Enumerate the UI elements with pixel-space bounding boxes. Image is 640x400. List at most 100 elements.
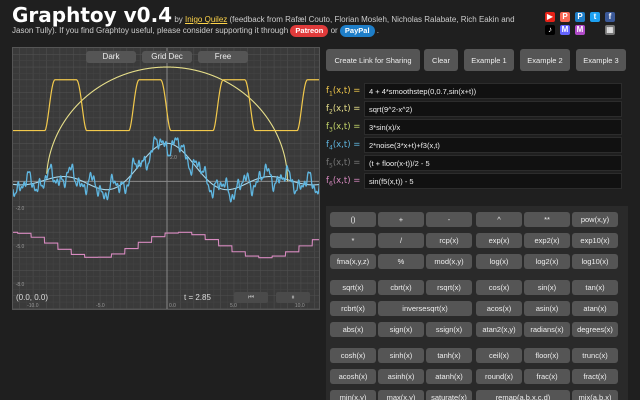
free-button[interactable]: Free	[198, 51, 248, 63]
key-exp2-x[interactable]: exp2(x)	[524, 233, 570, 248]
key-op-0-2[interactable]: -	[426, 212, 472, 227]
formula-label[interactable]: f1(x,t) =	[326, 86, 360, 98]
key-mod-x-y[interactable]: mod(x,y)	[426, 254, 472, 269]
key-log2-x[interactable]: log2(x)	[524, 254, 570, 269]
key-sinh-x[interactable]: sinh(x)	[378, 348, 424, 363]
key-round-x[interactable]: round(x)	[476, 369, 522, 384]
key-trunc-x[interactable]: trunc(x)	[572, 348, 618, 363]
patreon-icon[interactable]: P	[560, 12, 570, 22]
key-sqrt-x[interactable]: sqrt(x)	[330, 280, 376, 295]
youtube-icon[interactable]: ▶	[545, 12, 555, 22]
formula-input[interactable]: (t + floor(x-t))/2 - 5	[364, 155, 622, 171]
key-tan-x[interactable]: tan(x)	[572, 280, 618, 295]
plot-options: Dark Grid Dec Free	[13, 51, 319, 63]
key-exp-x[interactable]: exp(x)	[476, 233, 522, 248]
graph-canvas[interactable]: 2.0-2.0-5.0-8.0-10.0 -5.0 0.0 5.0 10.0	[13, 48, 320, 310]
create-link-button[interactable]: Create Link for Sharing	[326, 49, 420, 71]
formula-args: (x,t) =	[332, 86, 361, 96]
example1-button[interactable]: Example 1	[464, 49, 514, 71]
formula-label[interactable]: f3(x,t) =	[326, 122, 360, 134]
tiktok-icon[interactable]: ♪	[545, 25, 555, 35]
key-fract-x[interactable]: fract(x)	[572, 369, 618, 384]
formula-row-2: f2(x,t) = sqrt(9^2-x^2)	[326, 101, 628, 117]
grid-dec-button[interactable]: Grid Dec	[142, 51, 192, 63]
formula-label[interactable]: f6(x,t) =	[326, 176, 360, 188]
key-op-1-1[interactable]: /	[378, 233, 424, 248]
key-rsqrt-x[interactable]: rsqrt(x)	[426, 280, 472, 295]
key-op-0-4[interactable]: **	[524, 212, 570, 227]
formula-input[interactable]: 4 + 4*smoothstep(0,0.7,sin(x+t))	[364, 83, 622, 99]
key-remap-a-b-x-c-d[interactable]: remap(a,b,x,c,d)	[476, 390, 570, 400]
clear-button[interactable]: Clear	[424, 49, 458, 71]
key-inversesqrt-x[interactable]: inversesqrt(x)	[378, 301, 472, 316]
header: Graphtoy v0.4 by Inigo Quilez (feedback …	[12, 5, 532, 37]
key-asinh-x[interactable]: asinh(x)	[378, 369, 424, 384]
key-acos-x[interactable]: acos(x)	[476, 301, 522, 316]
axis-tick-label: -2.0	[16, 206, 25, 212]
medium-icon[interactable]: M	[575, 25, 585, 35]
key-op-1-0[interactable]: *	[330, 233, 376, 248]
key-tanh-x[interactable]: tanh(x)	[426, 348, 472, 363]
key-op-0-1[interactable]: +	[378, 212, 424, 227]
status-bar: (0.0, 0.0) t = 2.85 ⏮ ⏸	[16, 292, 316, 305]
formula-args: (x,t) =	[332, 176, 361, 186]
dark-button[interactable]: Dark	[86, 51, 136, 63]
twitter-icon[interactable]: t	[590, 12, 600, 22]
formula-args: (x,t) =	[332, 122, 361, 132]
key-op-0-3[interactable]: ^	[476, 212, 522, 227]
formula-input[interactable]: sqrt(9^2-x^2)	[364, 101, 622, 117]
key-atanh-x[interactable]: atanh(x)	[426, 369, 472, 384]
key-asin-x[interactable]: asin(x)	[524, 301, 570, 316]
key-log-x[interactable]: log(x)	[476, 254, 522, 269]
formula-input[interactable]: sin(f5(x,t)) - 5	[364, 173, 622, 189]
key-mix-a-b-x[interactable]: mix(a,b,x)	[572, 390, 618, 400]
key-abs-x[interactable]: abs(x)	[330, 322, 376, 337]
key-atan-x[interactable]: atan(x)	[572, 301, 618, 316]
formula-label[interactable]: f2(x,t) =	[326, 104, 360, 116]
key-rcbrt-x[interactable]: rcbrt(x)	[330, 301, 376, 316]
paypal-button[interactable]: PayPal	[339, 25, 375, 37]
formula-label[interactable]: f4(x,t) =	[326, 140, 360, 152]
key-exp10-x[interactable]: exp10(x)	[572, 233, 618, 248]
formula-row-6: f6(x,t) = sin(f5(x,t)) - 5	[326, 173, 628, 189]
key-ssign-x[interactable]: ssign(x)	[426, 322, 472, 337]
key-op-0-0[interactable]: ()	[330, 212, 376, 227]
key-radians-x[interactable]: radians(x)	[524, 322, 570, 337]
key-acosh-x[interactable]: acosh(x)	[330, 369, 376, 384]
key-log10-x[interactable]: log10(x)	[572, 254, 618, 269]
key-pow-x-y[interactable]: pow(x,y)	[572, 212, 618, 227]
author-link[interactable]: Inigo Quilez	[185, 15, 227, 24]
image-icon[interactable]: ▦	[605, 25, 615, 35]
key-sign-x[interactable]: sign(x)	[378, 322, 424, 337]
rewind-icon[interactable]: ⏮	[234, 292, 268, 303]
facebook-icon[interactable]: f	[605, 12, 615, 22]
key-cbrt-x[interactable]: cbrt(x)	[378, 280, 424, 295]
key-saturate-x[interactable]: saturate(x)	[426, 390, 472, 400]
key-min-x-y[interactable]: min(x,y)	[330, 390, 376, 400]
key-cos-x[interactable]: cos(x)	[476, 280, 522, 295]
formula-input[interactable]: 3*sin(x)/x	[364, 119, 622, 135]
key-rcp-x[interactable]: rcp(x)	[426, 233, 472, 248]
key-op-2-1[interactable]: %	[378, 254, 424, 269]
key-atan2-x-y[interactable]: atan2(x,y)	[476, 322, 522, 337]
key-cosh-x[interactable]: cosh(x)	[330, 348, 376, 363]
key-fma-x-y-z[interactable]: fma(x,y,z)	[330, 254, 376, 269]
key-max-x-y[interactable]: max(x,y)	[378, 390, 424, 400]
pause-icon[interactable]: ⏸	[276, 292, 310, 303]
formula-label[interactable]: f5(x,t) =	[326, 158, 360, 170]
mastodon-icon[interactable]: M	[560, 25, 570, 35]
example2-button[interactable]: Example 2	[520, 49, 570, 71]
example3-button[interactable]: Example 3	[576, 49, 626, 71]
key-floor-x[interactable]: floor(x)	[524, 348, 570, 363]
key-frac-x[interactable]: frac(x)	[524, 369, 570, 384]
formula-input[interactable]: 2*noise(3*x+t)+f3(x,t)	[364, 137, 622, 153]
formula-args: (x,t) =	[332, 104, 361, 114]
key-degrees-x[interactable]: degrees(x)	[572, 322, 618, 337]
paypal-icon[interactable]: P	[575, 12, 585, 22]
by-text: by	[174, 15, 183, 24]
key-sin-x[interactable]: sin(x)	[524, 280, 570, 295]
key-ceil-x[interactable]: ceil(x)	[476, 348, 522, 363]
formula-row-3: f3(x,t) = 3*sin(x)/x	[326, 119, 628, 135]
patreon-button[interactable]: Patreon	[290, 25, 329, 37]
plot-panel[interactable]: 2.0 -2.0 -5.0 -8.0 -10.0 -5.0 0.0 5.0 10.0 Dark …	[12, 47, 320, 310]
